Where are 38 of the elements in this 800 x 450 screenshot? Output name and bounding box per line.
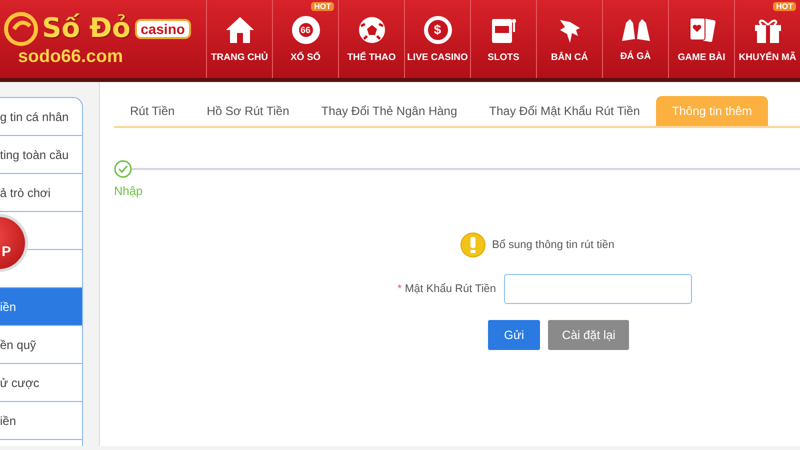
house-icon <box>224 16 254 44</box>
floating-button[interactable]: P <box>0 214 28 272</box>
soccer-ball-icon <box>358 16 386 44</box>
password-field[interactable] <box>504 274 692 304</box>
nav-item[interactable]: $ LIVE CASINO <box>404 0 470 78</box>
step-label: Nhập <box>114 184 144 198</box>
nav-item[interactable]: ĐÁ GÀ <box>602 0 668 78</box>
field-label: * Mật Khẩu Rút Tiền <box>396 283 496 295</box>
playing-cards-icon <box>686 16 716 44</box>
exclamation-icon <box>460 232 486 258</box>
reset-button[interactable]: Cài đặt lại <box>548 320 630 350</box>
nav-item[interactable]: THỂ THAO <box>338 0 404 78</box>
tab[interactable]: Hồ Sơ Rút Tiền <box>190 96 306 126</box>
sidebar-item[interactable]: iền <box>0 402 82 440</box>
tab[interactable]: Thay Đổi Thẻ Ngân Hàng <box>305 96 474 126</box>
logo-title: Số Đỏ <box>42 13 131 44</box>
nav-item[interactable]: GAME BÀI <box>668 0 734 78</box>
sidebar-item[interactable]: ting toàn cầu <box>0 136 82 174</box>
lottery-ball-icon: 66 <box>292 16 320 44</box>
nav-item[interactable]: TRANG CHỦ <box>206 0 272 78</box>
nav-item[interactable]: BẮN CÁ <box>536 0 602 78</box>
tab[interactable]: Rút Tiền <box>114 96 191 126</box>
nav-item[interactable]: SLOTS <box>470 0 536 78</box>
sidebar-item[interactable]: ử cược <box>0 364 82 402</box>
logo-domain: sodo66.com <box>17 46 124 66</box>
hot-badge: HOT <box>311 2 334 11</box>
submit-button[interactable]: Gửi <box>488 320 540 350</box>
sidebar-item[interactable]: ả trò chơi <box>0 174 82 212</box>
notice-text: Bổ sung thông tin rút tiền <box>492 239 614 251</box>
hot-badge: HOT <box>773 2 796 11</box>
dollar-coin-icon: $ <box>424 16 452 44</box>
nav-item[interactable]: HOT 66 XỔ SỐ <box>272 0 338 78</box>
sidebar-item[interactable]: ền quỹ <box>0 326 82 364</box>
logo-badge: casino <box>134 18 191 38</box>
tab[interactable]: Thay Đổi Mật Khẩu Rút Tiền <box>473 96 656 126</box>
nav-item[interactable]: HOT KHUYẾN MÃ <box>734 0 800 78</box>
sidebar-item[interactable]: iền <box>0 288 82 326</box>
sidebar-item[interactable]: g tin cá nhân <box>0 98 82 136</box>
